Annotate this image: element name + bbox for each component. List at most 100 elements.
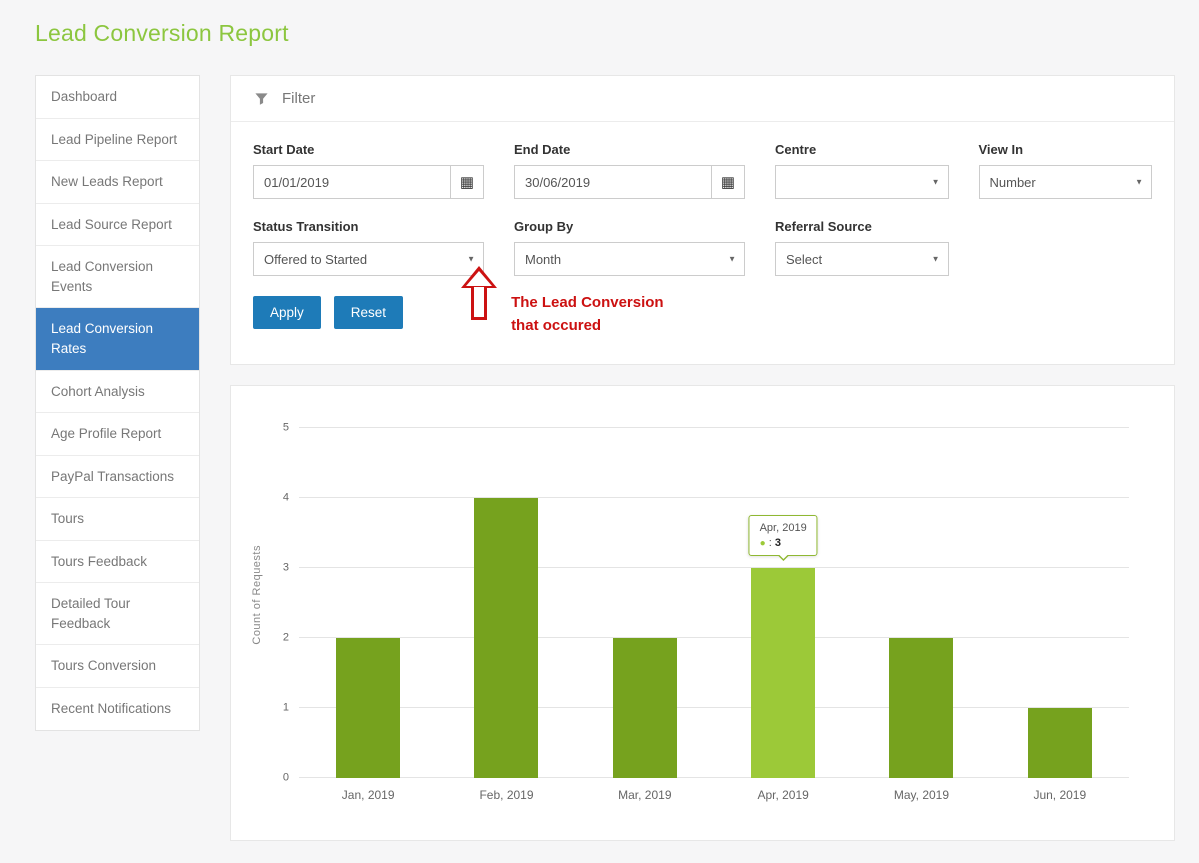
bar-jun-2019[interactable] (1027, 707, 1092, 778)
red-up-arrow-icon (461, 266, 498, 322)
bar-column (852, 428, 990, 778)
bar-jan-2019[interactable] (336, 637, 401, 778)
x-tick-label: Jun, 2019 (1033, 787, 1087, 802)
plot-area: 0 1 2 3 4 5 Apr, 2019 ● : 3 (283, 422, 1129, 783)
status-transition-label: Status Transition (253, 219, 359, 234)
calendar-icon: ▦ (459, 173, 475, 191)
page: Lead Conversion Report Dashboard Lead Pip… (0, 0, 1199, 863)
start-date-label: Start Date (253, 142, 315, 157)
filter-panel: Filter Start Date ▦ (230, 75, 1175, 365)
bar-column (437, 428, 575, 778)
referral-source-select[interactable]: Select (775, 242, 949, 276)
chart-panel: Count of Requests 0 1 2 3 4 5 Apr, 2019 ● : 3 J… (230, 384, 1175, 841)
x-tick-label: Mar, 2019 (618, 787, 672, 802)
bar-column (299, 428, 437, 778)
view-in-label: View In (978, 142, 1024, 157)
end-date-input[interactable] (514, 165, 711, 199)
status-transition-field: Status Transition Offered to Started ▼ (253, 219, 484, 276)
apply-button[interactable]: Apply (253, 296, 321, 329)
y-tick-label: 0 (282, 771, 289, 783)
annotation-line-2: that occured (511, 317, 602, 335)
reset-button[interactable]: Reset (333, 296, 404, 329)
group-by-select[interactable]: Month (514, 242, 745, 276)
y-tick-label: 3 (282, 561, 289, 573)
annotation: The Lead Conversion that occured (461, 266, 664, 338)
start-date-input-group: ▦ (253, 165, 484, 199)
sidebar-item-cohort-analysis[interactable]: Cohort Analysis (36, 370, 199, 414)
sidebar-item-dashboard[interactable]: Dashboard (36, 76, 199, 119)
main-content: Filter Start Date ▦ (230, 75, 1175, 841)
sidebar-item-lead-conversion-rates[interactable]: Lead Conversion Rates (36, 308, 199, 371)
layout: Dashboard Lead Pipeline Report New Leads R… (35, 75, 1175, 841)
bar-may-2019[interactable] (889, 637, 954, 778)
centre-select-wrap: ▼ (775, 165, 949, 199)
sidebar-item-tours-conversion[interactable]: Tours Conversion (36, 645, 199, 688)
referral-source-label: Referral Source (775, 219, 872, 234)
sidebar-item-lead-pipeline-report[interactable]: Lead Pipeline Report (36, 118, 199, 162)
sidebar-item-tours[interactable]: Tours (36, 498, 199, 541)
filter-body: Start Date ▦ End Date (231, 122, 1174, 364)
start-date-input[interactable] (253, 165, 450, 199)
y-tick-label: 2 (282, 631, 289, 643)
annotation-line-1: The Lead Conversion (511, 294, 664, 311)
view-in-select[interactable]: Number (978, 165, 1152, 199)
start-date-calendar-button[interactable]: ▦ (450, 165, 484, 199)
x-tick-label: May, 2019 (893, 787, 950, 802)
plot-region: 0 1 2 3 4 5 Apr, 2019 ● : 3 Jan, 2019 Feb, 2019 M… (263, 422, 1129, 802)
view-in-field: View In Number ▼ (978, 142, 1152, 199)
filter-fields-grid: Start Date ▦ End Date (253, 142, 1152, 276)
chart-tooltip: Apr, 2019 ● : 3 (748, 514, 818, 561)
bars-container: Apr, 2019 ● : 3 (299, 428, 1129, 778)
sidebar-item-new-leads-report[interactable]: New Leads Report (36, 161, 199, 204)
start-date-field: Start Date ▦ (253, 142, 484, 199)
y-tick-label: 4 (282, 491, 289, 503)
group-by-select-wrap: Month ▼ (514, 242, 745, 276)
bar-column: Apr, 2019 ● : 3 (714, 428, 852, 778)
annotation-text: The Lead Conversion that occured (511, 291, 664, 338)
sidebar: Dashboard Lead Pipeline Report New Leads R… (35, 75, 200, 731)
centre-select[interactable] (775, 165, 949, 199)
status-transition-select-wrap: Offered to Started ▼ (253, 242, 484, 276)
centre-field: Centre ▼ (775, 142, 949, 199)
end-date-label: End Date (514, 142, 571, 157)
x-tick-label: Feb, 2019 (479, 787, 534, 802)
centre-label: Centre (775, 142, 817, 157)
x-tick-label: Jan, 2019 (341, 787, 395, 802)
bar-mar-2019[interactable] (612, 637, 677, 778)
bar-column (991, 428, 1129, 778)
calendar-icon: ▦ (720, 173, 736, 191)
tooltip-value: ● : 3 (759, 536, 781, 549)
sidebar-item-paypal-transactions[interactable]: PayPal Transactions (36, 455, 199, 499)
sidebar-item-recent-notifications[interactable]: Recent Notifications (36, 688, 199, 730)
group-by-field: Group By Month ▼ (514, 219, 745, 276)
chart-wrap: Count of Requests 0 1 2 3 4 5 Apr, 2019 ● : 3 J… (231, 416, 1174, 802)
end-date-field: End Date ▦ (514, 142, 745, 199)
y-axis-title: Count of Requests (251, 544, 263, 645)
filter-actions-row: Apply Reset The Lead Conversion that occ… (253, 266, 1152, 338)
bar-apr-2019[interactable] (751, 567, 816, 778)
page-title: Lead Conversion Report (35, 20, 289, 46)
tooltip-title: Apr, 2019 (759, 521, 807, 534)
view-in-select-wrap: Number ▼ (978, 165, 1152, 199)
bar-column (576, 428, 714, 778)
group-by-label: Group By (514, 219, 574, 234)
sidebar-item-tours-feedback[interactable]: Tours Feedback (36, 540, 199, 584)
bar-feb-2019[interactable] (474, 497, 539, 778)
sidebar-item-lead-source-report[interactable]: Lead Source Report (36, 203, 199, 247)
y-tick-label: 1 (282, 701, 289, 713)
sidebar-item-lead-conversion-events[interactable]: Lead Conversion Events (36, 246, 199, 309)
filter-title: Filter (282, 90, 316, 107)
sidebar-item-detailed-tour-feedback[interactable]: Detailed Tour Feedback (36, 583, 199, 646)
sidebar-item-age-profile-report[interactable]: Age Profile Report (36, 413, 199, 456)
filter-header: Filter (231, 76, 1174, 122)
filter-funnel-icon (254, 91, 269, 106)
x-axis-labels: Jan, 2019 Feb, 2019 Mar, 2019 Apr, 2019 May,… (299, 778, 1129, 802)
tooltip-series-dot-icon: ● (759, 537, 766, 549)
end-date-input-group: ▦ (514, 165, 745, 199)
x-tick-label: Apr, 2019 (757, 787, 809, 802)
y-tick-label: 5 (282, 421, 289, 433)
status-transition-select[interactable]: Offered to Started (253, 242, 484, 276)
end-date-calendar-button[interactable]: ▦ (711, 165, 745, 199)
referral-source-field: Referral Source Select ▼ (775, 219, 949, 276)
referral-source-select-wrap: Select ▼ (775, 242, 949, 276)
